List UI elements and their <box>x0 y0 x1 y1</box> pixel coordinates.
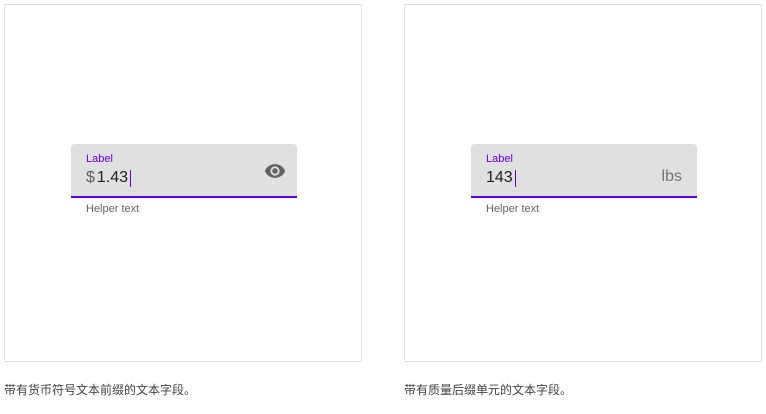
helper-text: Helper text <box>86 203 140 215</box>
demo-panel-right: Label 143 lbs Helper text <box>404 4 762 362</box>
prefix-text: $ <box>86 169 95 186</box>
helper-text: Helper text <box>486 203 540 215</box>
field-label: Label <box>486 153 513 165</box>
caption-right: 带有质量后缀单元的文本字段。 <box>404 383 573 397</box>
input-value: 143 <box>486 169 513 186</box>
demo-panel-left: Label $ 1.43 Helper text <box>4 4 362 362</box>
field-label: Label <box>86 153 113 165</box>
field-input[interactable]: 143 <box>486 167 516 189</box>
text-cursor <box>514 169 516 187</box>
text-cursor <box>130 169 132 187</box>
input-value: 1.43 <box>96 169 129 186</box>
caption-left: 带有货币符号文本前缀的文本字段。 <box>4 383 197 397</box>
suffix-text: lbs <box>661 168 682 185</box>
eye-icon[interactable] <box>264 160 286 182</box>
text-field-weight[interactable]: Label 143 lbs <box>471 144 697 198</box>
text-field-currency[interactable]: Label $ 1.43 <box>71 144 297 198</box>
field-input[interactable]: $ 1.43 <box>86 167 132 189</box>
